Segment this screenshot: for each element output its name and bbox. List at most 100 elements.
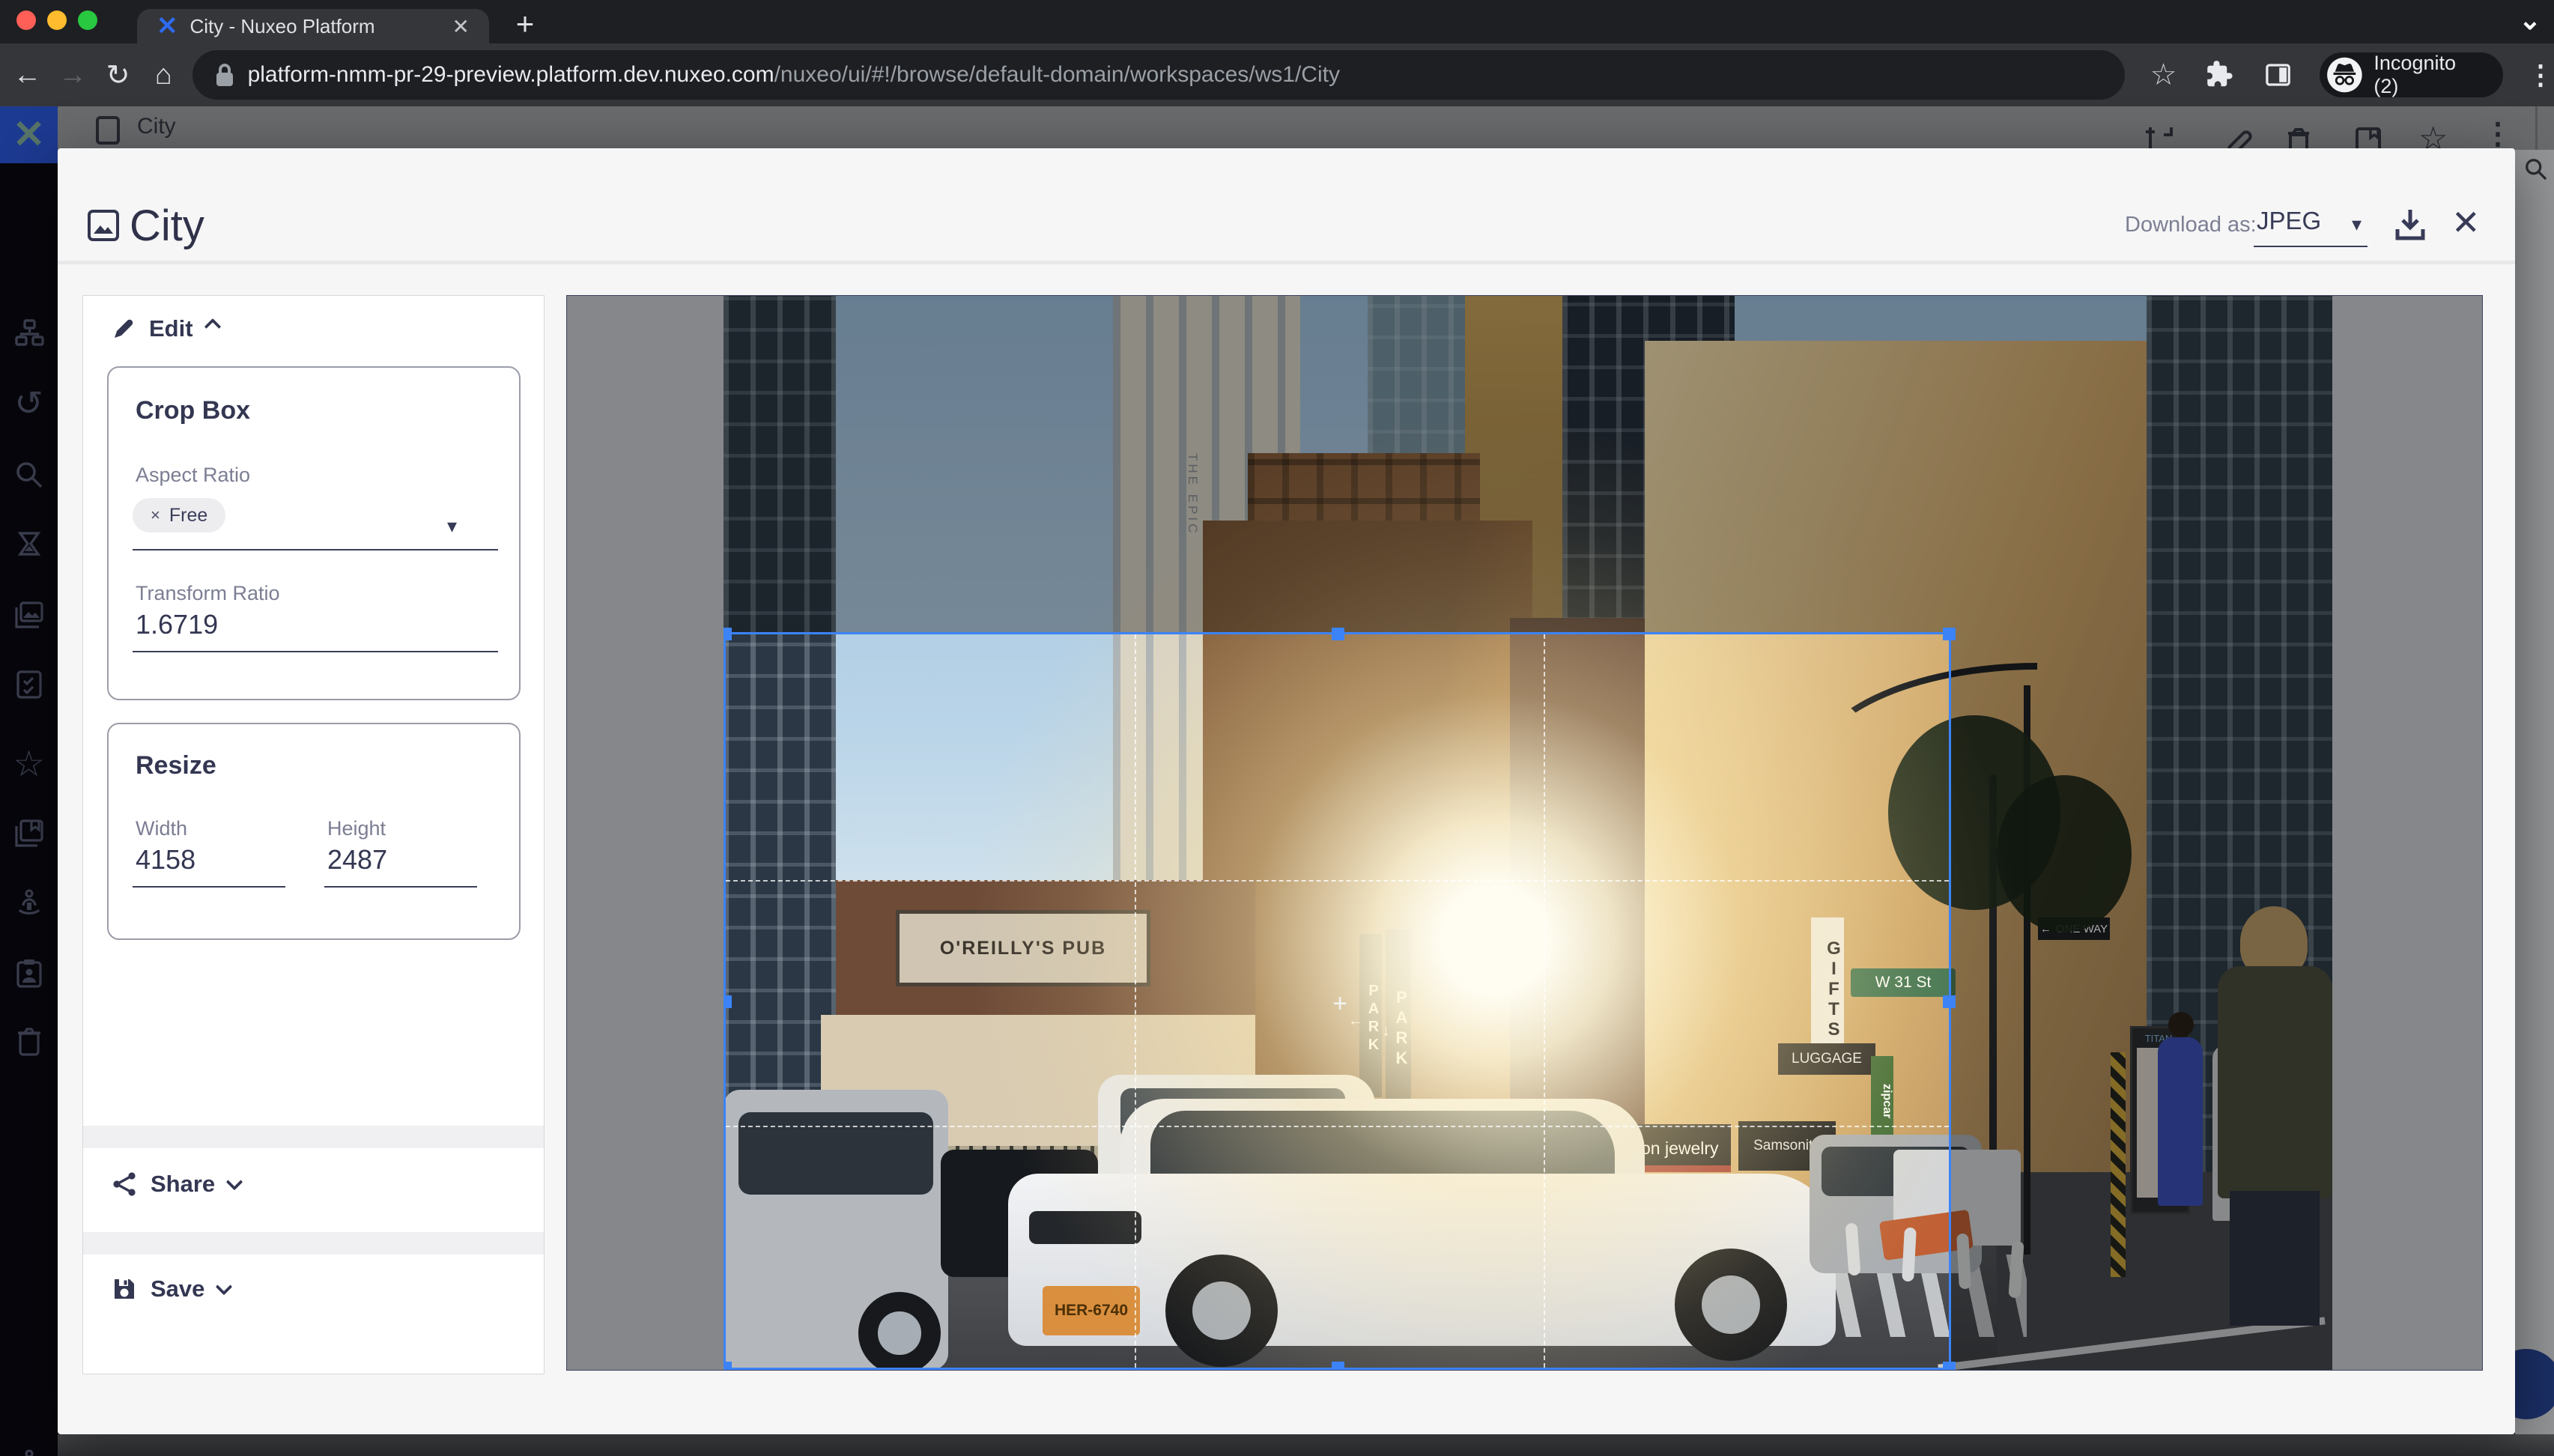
tab-bar: ✕ City - Nuxeo Platform ✕ + ⌄ xyxy=(0,0,2554,43)
sidebar-item-assets[interactable] xyxy=(0,588,58,642)
crop-handle-nw[interactable] xyxy=(724,628,732,640)
star-icon: ☆ xyxy=(13,743,45,785)
new-tab-button[interactable]: + xyxy=(506,6,544,40)
incognito-badge[interactable]: Incognito (2) xyxy=(2320,52,2503,97)
workflow-icon xyxy=(12,1448,46,1456)
photo-city-street: THE EPIC O'REILLY'S PUB xyxy=(724,296,2332,1370)
right-drawer-dimmed xyxy=(2515,150,2554,1434)
home-button[interactable]: ⌂ xyxy=(141,59,186,91)
height-input[interactable]: 2487 xyxy=(327,844,387,876)
sidebar-item-trash[interactable] xyxy=(0,1014,58,1068)
edit-section-toggle[interactable]: Edit xyxy=(112,315,219,342)
format-caret-icon: ▾ xyxy=(2352,213,2362,236)
transform-ratio-input[interactable]: 1.6719 xyxy=(136,609,218,640)
browser-menu-icon[interactable]: ⋮ xyxy=(2527,59,2554,91)
close-dialog-icon[interactable]: ✕ xyxy=(2451,202,2481,243)
sidebar-item-search[interactable] xyxy=(0,448,58,502)
bookmark-star-icon[interactable]: ☆ xyxy=(2150,58,2177,92)
crop-box-title: Crop Box xyxy=(136,396,250,425)
window-minimize-button[interactable] xyxy=(47,10,67,30)
sidebar-item-forms[interactable] xyxy=(0,658,58,712)
edit-section-label: Edit xyxy=(149,315,193,342)
favorite-icon[interactable]: ☆ xyxy=(2418,120,2448,150)
crop-dim-right xyxy=(1951,632,2332,1370)
address-bar[interactable]: platform-nmm-pr-29-preview.platform.dev.… xyxy=(192,50,2125,100)
width-input[interactable]: 4158 xyxy=(136,844,195,876)
incognito-label: Incognito (2) xyxy=(2373,52,2484,98)
crop-handle-n[interactable] xyxy=(1332,628,1344,640)
resize-card: Resize Width 4158 Height 2487 xyxy=(107,723,521,940)
history-icon: ↺ xyxy=(14,383,43,423)
sidebar-item-profile[interactable] xyxy=(0,876,58,930)
chevron-down-icon xyxy=(226,1174,243,1191)
reload-button[interactable]: ↻ xyxy=(95,58,141,92)
nuxeo-logo[interactable]: ✕ xyxy=(0,106,58,163)
tab-title: City - Nuxeo Platform xyxy=(190,15,452,38)
edit-pen-icon[interactable] xyxy=(2219,126,2252,150)
aspect-ratio-chip[interactable]: × Free xyxy=(133,498,225,533)
app-sidebar: ✕ ↺ xyxy=(0,106,58,1456)
download-icon[interactable] xyxy=(2393,207,2427,243)
page-header-dimmed: City ☆ ⋮ xyxy=(58,106,2554,150)
resize-tool-icon[interactable] xyxy=(2144,126,2177,150)
download-as-label: Download as: xyxy=(2125,213,2257,237)
crop-handle-ne[interactable] xyxy=(1943,628,1956,640)
crop-box[interactable]: + xyxy=(724,632,1951,1370)
tab-close-icon[interactable]: ✕ xyxy=(452,14,470,39)
section-divider xyxy=(83,1126,544,1148)
sidebar-item-browse[interactable] xyxy=(0,306,58,360)
crop-handle-sw[interactable] xyxy=(724,1362,732,1370)
trash-icon xyxy=(13,1025,45,1058)
crop-handle-w[interactable] xyxy=(724,995,732,1008)
screen: ✕ City - Nuxeo Platform ✕ + ⌄ ← → ↻ ⌂ pl… xyxy=(0,0,2554,1456)
sidebar-item-personal-space[interactable] xyxy=(0,946,58,1000)
side-panel-icon[interactable] xyxy=(2263,60,2293,90)
chip-remove-icon[interactable]: × xyxy=(151,506,160,525)
sidebar-item-collections[interactable] xyxy=(0,807,58,861)
checklist-icon xyxy=(13,668,45,701)
crop-handle-se[interactable] xyxy=(1943,1362,1956,1370)
url-path: /nuxeo/ui/#!/browse/default-domain/works… xyxy=(774,62,1340,88)
crop-box-card: Crop Box Aspect Ratio × Free ▾ Transform… xyxy=(107,366,521,700)
browser-tab[interactable]: ✕ City - Nuxeo Platform ✕ xyxy=(137,9,489,43)
crop-guide xyxy=(726,1126,1949,1127)
sidebar-item-favorites[interactable]: ☆ xyxy=(0,737,58,791)
crop-handle-s[interactable] xyxy=(1332,1362,1344,1370)
incognito-icon xyxy=(2326,55,2364,94)
tab-search-chevron-icon[interactable]: ⌄ xyxy=(2514,4,2547,37)
window-zoom-button[interactable] xyxy=(78,10,97,30)
chevron-down-icon xyxy=(216,1278,233,1296)
more-actions-icon[interactable]: ⋮ xyxy=(2483,117,2513,150)
image-icon xyxy=(86,208,121,243)
height-underline xyxy=(324,886,477,888)
nuxeo-favicon: ✕ xyxy=(157,11,178,41)
drawer-search-icon[interactable] xyxy=(2523,156,2550,183)
extensions-puzzle-icon[interactable] xyxy=(2205,59,2236,91)
back-button[interactable]: ← xyxy=(4,59,50,91)
window-close-button[interactable] xyxy=(16,10,36,30)
share-section-toggle[interactable]: Share xyxy=(112,1171,240,1198)
save-section-toggle[interactable]: Save xyxy=(112,1275,230,1302)
width-label: Width xyxy=(136,817,187,840)
sidebar-item-tasks[interactable] xyxy=(0,518,58,572)
header-separator xyxy=(2535,106,2538,150)
aspect-ratio-underline[interactable] xyxy=(133,549,498,550)
crop-guide xyxy=(1544,634,1545,1368)
aspect-caret-icon[interactable]: ▾ xyxy=(447,515,457,538)
delete-icon[interactable] xyxy=(2284,126,2314,150)
format-select[interactable]: JPEG ▾ xyxy=(2257,207,2362,235)
width-underline xyxy=(133,886,285,888)
page-title-dimmed: City xyxy=(137,114,176,139)
crop-center-crosshair[interactable]: + xyxy=(1328,992,1352,1016)
sidebar-item-workflow[interactable] xyxy=(0,1438,58,1456)
share-section-label: Share xyxy=(151,1171,215,1198)
crop-handle-e[interactable] xyxy=(1943,995,1956,1008)
height-label: Height xyxy=(327,817,386,840)
browser-toolbar: ← → ↻ ⌂ platform-nmm-pr-29-preview.platf… xyxy=(0,43,2554,106)
sidebar-item-history[interactable]: ↺ xyxy=(0,376,58,430)
image-editor-dialog: City Download as: JPEG ▾ ✕ Edit Crop B xyxy=(58,148,2515,1434)
collections-add-icon[interactable] xyxy=(2351,126,2384,150)
share-icon xyxy=(112,1171,137,1197)
forward-button[interactable]: → xyxy=(50,59,96,91)
document-icon xyxy=(95,115,121,145)
